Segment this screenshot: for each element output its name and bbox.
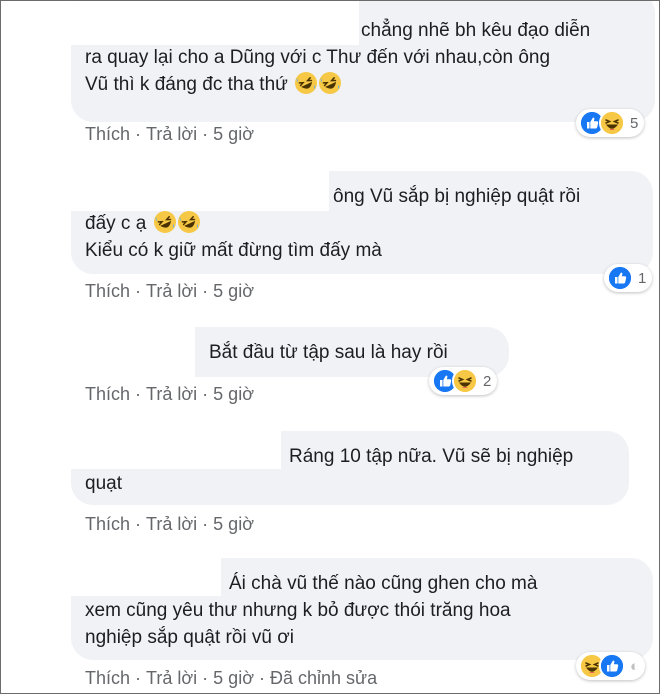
haha-icon — [452, 368, 478, 394]
timestamp[interactable]: 5 giờ — [213, 384, 254, 404]
comment-text: ra quay lại cho a Dũng với c Thư đến với… — [85, 47, 551, 68]
comment-text-emoji: đấy c ạ — [85, 210, 639, 237]
separator: · — [135, 514, 142, 534]
reply-link[interactable]: Trả lời — [146, 124, 197, 144]
separator: · — [202, 124, 209, 144]
comment-text: chẳng nhẽ bh kêu đạo diễn — [361, 20, 591, 41]
separator: · — [135, 124, 142, 144]
rofl-emoji-icon — [319, 72, 341, 94]
separator: · — [135, 384, 142, 404]
like-link[interactable]: Thích — [85, 514, 130, 534]
reaction-summary[interactable]: 2 — [429, 367, 498, 395]
timestamp[interactable]: 5 giờ — [213, 124, 254, 144]
comment-text: Ái chà vũ thế nào cũng ghen cho mà — [229, 573, 538, 594]
rofl-emoji-icon — [295, 72, 317, 94]
comment-text: Ráng 10 tập nữa. Vũ sẽ bị nghiệp — [289, 446, 574, 467]
comment-text: xem cũng yêu thư nhưng k bỏ được thói tr… — [85, 600, 511, 621]
comment-bubble: Ái chà vũ thế nào cũng ghen cho mà xem c… — [71, 558, 653, 660]
comment-text: nghiệp sắp quật rồi vũ ơi — [85, 627, 294, 648]
reply-link[interactable]: Trả lời — [146, 668, 197, 688]
comment-text: quạt — [85, 473, 122, 494]
comment-bubble: chẳng nhẽ bh kêu đạo diễn ra quay lại ch… — [71, 1, 655, 122]
haha-icon — [599, 110, 625, 136]
reaction-count: 5 — [630, 114, 639, 132]
reaction-summary[interactable]: 1 — [604, 264, 653, 292]
separator: · — [202, 514, 209, 534]
separator: · — [135, 281, 142, 301]
comment-actions: Thích · Trả lời · 5 giờ · Đã chỉnh sửa — [85, 668, 377, 689]
comment-bubble: Ráng 10 tập nữa. Vũ sẽ bị nghiệp quạt — [71, 431, 629, 505]
timestamp[interactable]: 5 giờ — [213, 514, 254, 534]
like-link[interactable]: Thích — [85, 124, 130, 144]
comment-text: ông Vũ sắp bị nghiệp quật rồi — [333, 186, 581, 207]
comment-text-last: Vũ thì k đáng đc tha thứ — [85, 71, 641, 98]
separator: · — [202, 384, 209, 404]
like-link[interactable]: Thích — [85, 281, 130, 301]
separator: · — [259, 668, 265, 688]
like-icon — [607, 265, 633, 291]
comments-panel: chẳng nhẽ bh kêu đạo diễn ra quay lại ch… — [0, 0, 660, 694]
timestamp[interactable]: 5 giờ — [213, 668, 254, 688]
comment-text: Bắt đầu từ tập sau là hay rồi — [209, 342, 448, 363]
rofl-emoji-icon — [154, 211, 176, 233]
comment-actions: Thích · Trả lời · 5 giờ — [85, 281, 254, 302]
reply-link[interactable]: Trả lời — [146, 384, 197, 404]
like-icon — [599, 653, 625, 679]
edited-label: Đã chỉnh sửa — [270, 668, 378, 688]
comment-text: Kiểu có k giữ mất đừng tìm đấy mà — [85, 240, 382, 261]
reaction-summary[interactable]: ◐ — [576, 652, 646, 680]
rofl-emoji-icon — [178, 211, 200, 233]
comment-actions: Thích · Trả lời · 5 giờ — [85, 514, 254, 535]
comment-bubble: ông Vũ sắp bị nghiệp quật rồi đấy c ạ Ki… — [71, 171, 653, 274]
like-link[interactable]: Thích — [85, 384, 130, 404]
reaction-count: 1 — [638, 269, 647, 287]
reply-link[interactable]: Trả lời — [146, 514, 197, 534]
timestamp[interactable]: 5 giờ — [213, 281, 254, 301]
comment-actions: Thích · Trả lời · 5 giờ — [85, 384, 254, 405]
reaction-count-partial: ◐ — [630, 657, 640, 675]
reaction-summary[interactable]: 5 — [576, 109, 645, 137]
separator: · — [202, 281, 209, 301]
reaction-count: 2 — [483, 372, 492, 390]
reply-link[interactable]: Trả lời — [146, 281, 197, 301]
separator: · — [135, 668, 142, 688]
comment-actions: Thích · Trả lời · 5 giờ — [85, 124, 254, 145]
like-link[interactable]: Thích — [85, 668, 130, 688]
separator: · — [202, 668, 209, 688]
